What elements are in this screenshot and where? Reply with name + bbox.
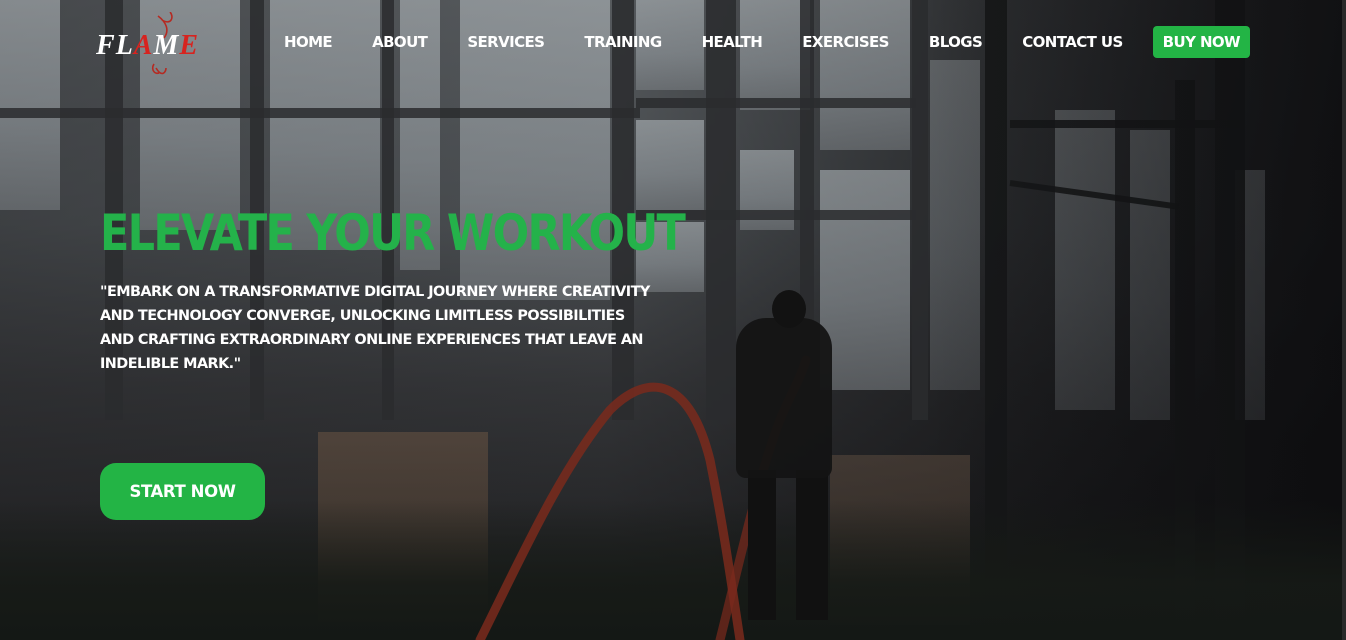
nav-exercises[interactable]: EXERCISES <box>802 33 889 51</box>
start-now-button[interactable]: START NOW <box>100 463 265 520</box>
nav-blogs[interactable]: BLOGS <box>929 33 983 51</box>
buy-now-button[interactable]: BUY NOW <box>1152 25 1251 58</box>
logo-letter: F <box>96 30 116 61</box>
hero-section: FLAME HOME ABOUT SERVICES TRAINING HEALT… <box>0 0 1346 640</box>
page-scrollbar[interactable] <box>1342 0 1346 640</box>
nav-contact-us[interactable]: CONTACT US <box>1022 33 1123 51</box>
nav-training[interactable]: TRAINING <box>584 33 662 51</box>
main-nav: HOME ABOUT SERVICES TRAINING HEALTH EXER… <box>284 25 1251 58</box>
nav-home[interactable]: HOME <box>284 33 333 51</box>
flame-logo[interactable]: FLAME <box>96 12 206 80</box>
nav-about[interactable]: ABOUT <box>372 33 428 51</box>
hero-tagline: "EMBARK ON A TRANSFORMATIVE DIGITAL JOUR… <box>100 284 650 372</box>
nav-health[interactable]: HEALTH <box>702 33 763 51</box>
nav-services[interactable]: SERVICES <box>467 33 545 51</box>
hero-headline: ELEVATE YOUR WORKOUT <box>100 204 686 262</box>
logo-letter: M <box>153 30 180 61</box>
logo-letter: E <box>179 30 200 61</box>
logo-letter: A <box>133 30 154 61</box>
logo-wordmark: FLAME <box>96 30 199 62</box>
logo-letter: L <box>115 30 134 61</box>
